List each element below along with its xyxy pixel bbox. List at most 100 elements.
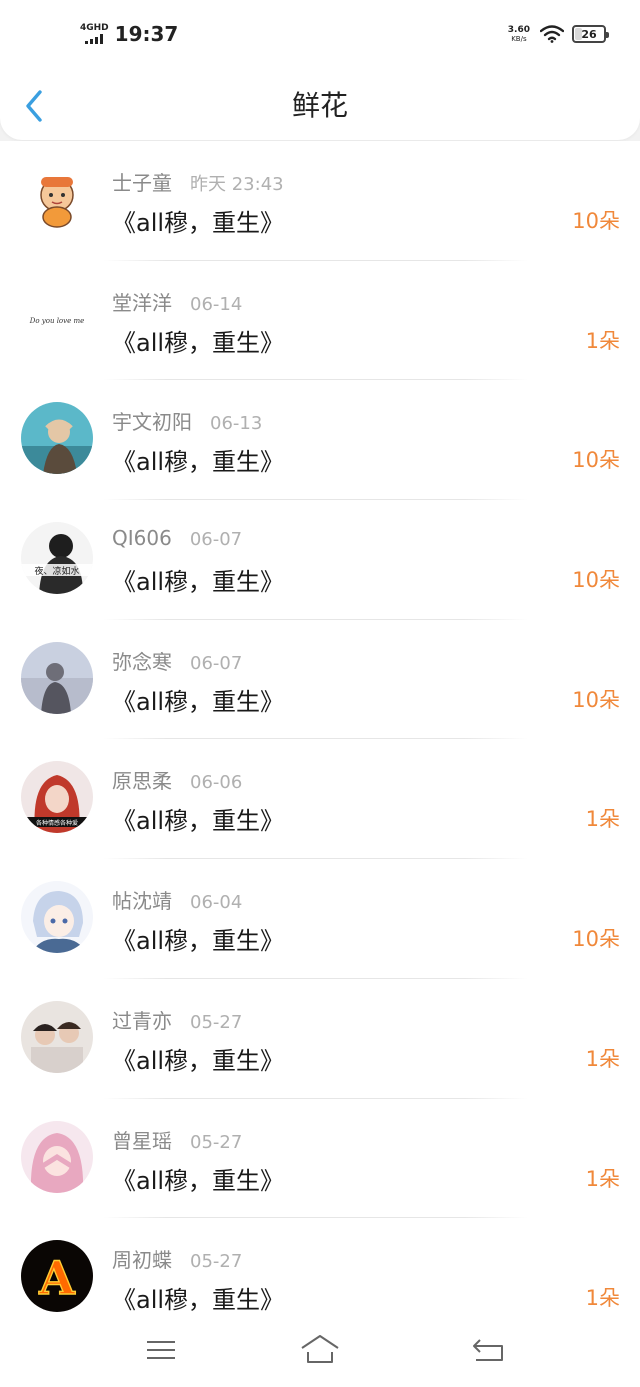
menu-button[interactable] bbox=[141, 1332, 181, 1368]
gift-date: 06-06 bbox=[190, 772, 243, 794]
avatar[interactable]: A bbox=[21, 1240, 93, 1313]
avatar-image bbox=[21, 641, 93, 714]
item-meta: 曾星瑶 05-27 bbox=[112, 1125, 242, 1154]
list-item[interactable]: 曾星瑶 05-27 《all穆，重生》 1朵 bbox=[0, 1099, 640, 1219]
avatar-image bbox=[21, 881, 93, 954]
network-type-label: 4GHD bbox=[80, 23, 109, 33]
avatar-image bbox=[21, 402, 93, 475]
home-icon bbox=[301, 1335, 339, 1363]
list-item[interactable]: 各种情感各种爱 原思柔 06-06 《all穆，重生》 1朵 bbox=[0, 739, 640, 860]
item-meta: 原思柔 06-06 bbox=[112, 765, 242, 794]
network-speed: 3.60 KB/s bbox=[508, 25, 530, 43]
item-meta: QI606 06-07 bbox=[112, 526, 242, 550]
user-name[interactable]: 帖沈靖 bbox=[112, 885, 172, 914]
list-item[interactable]: 夜、凉如水 QI606 06-07 《all穆，重生》 10朵 bbox=[0, 500, 640, 620]
clock: 19:37 bbox=[114, 22, 179, 46]
avatar[interactable]: Do you love me bbox=[21, 282, 93, 355]
list-item[interactable]: 士子童 昨天 23:43 《all穆，重生》 10朵 bbox=[0, 141, 640, 261]
book-title[interactable]: 《all穆，重生》 bbox=[112, 1041, 284, 1076]
user-name[interactable]: 原思柔 bbox=[112, 765, 172, 794]
user-name[interactable]: 弥念寒 bbox=[112, 646, 172, 675]
avatar[interactable] bbox=[21, 641, 93, 714]
gift-date: 06-14 bbox=[190, 293, 243, 315]
flower-count: 1朵 bbox=[585, 1166, 620, 1191]
avatar-image: Do you love me bbox=[21, 282, 93, 355]
avatar[interactable] bbox=[21, 163, 93, 235]
status-bar: 4GHD 19:37 3.60 KB/s 26 bbox=[0, 0, 640, 70]
item-meta: 士子童 昨天 23:43 bbox=[112, 167, 284, 196]
book-title[interactable]: 《all穆，重生》 bbox=[112, 801, 284, 836]
book-title[interactable]: 《all穆，重生》 bbox=[112, 323, 284, 358]
avatar[interactable]: 各种情感各种爱 bbox=[21, 761, 93, 834]
network-indicator: 4GHD bbox=[80, 24, 109, 44]
flower-count: 10朵 bbox=[572, 927, 620, 952]
book-title[interactable]: 《all穆，重生》 bbox=[112, 1280, 284, 1315]
signal-icon bbox=[85, 34, 104, 44]
avatar-image: 各种情感各种爱 bbox=[21, 761, 93, 834]
home-button[interactable] bbox=[300, 1332, 340, 1368]
avatar[interactable] bbox=[21, 881, 93, 954]
avatar[interactable] bbox=[21, 1120, 93, 1193]
book-title[interactable]: 《all穆，重生》 bbox=[112, 921, 284, 956]
list-item[interactable]: 宇文初阳 06-13 《all穆，重生》 10朵 bbox=[0, 380, 640, 501]
user-name[interactable]: 堂洋洋 bbox=[112, 287, 172, 316]
list-item[interactable]: A 周初蝶 05-27 《all穆，重生》 1朵 bbox=[0, 1218, 640, 1316]
user-name[interactable]: 过青亦 bbox=[112, 1005, 172, 1034]
avatar-image: A bbox=[21, 1240, 93, 1313]
menu-icon bbox=[147, 1341, 175, 1359]
status-left: 4GHD 19:37 bbox=[80, 22, 178, 46]
gift-date: 昨天 23:43 bbox=[190, 174, 284, 195]
system-back-button[interactable] bbox=[468, 1332, 508, 1368]
list-item[interactable]: Do you love me 堂洋洋 06-14 《all穆，重生》 1朵 bbox=[0, 261, 640, 381]
item-meta: 宇文初阳 06-13 bbox=[112, 406, 262, 435]
flower-list: 士子童 昨天 23:43 《all穆，重生》 10朵 Do you love me 堂洋洋… bbox=[0, 141, 640, 1316]
book-title[interactable]: 《all穆，重生》 bbox=[112, 1161, 284, 1196]
avatar-image: 夜、凉如水 bbox=[21, 522, 93, 595]
item-meta: 堂洋洋 06-14 bbox=[112, 287, 242, 316]
flower-count: 10朵 bbox=[572, 568, 620, 593]
book-title[interactable]: 《all穆，重生》 bbox=[112, 562, 284, 597]
user-name[interactable]: QI606 bbox=[112, 526, 172, 550]
avatar[interactable]: 夜、凉如水 bbox=[21, 522, 93, 595]
gift-date: 06-13 bbox=[210, 413, 263, 435]
book-title[interactable]: 《all穆，重生》 bbox=[112, 203, 284, 238]
avatar-image bbox=[21, 1120, 93, 1193]
user-name[interactable]: 周初蝶 bbox=[112, 1244, 172, 1273]
header: 4GHD 19:37 3.60 KB/s 26 鲜花 bbox=[0, 0, 640, 140]
network-speed-value: 3.60 bbox=[507, 25, 530, 35]
user-name[interactable]: 曾星瑶 bbox=[112, 1125, 172, 1154]
list-item[interactable]: 弥念寒 06-07 《all穆，重生》 10朵 bbox=[0, 620, 640, 740]
avatar-image bbox=[21, 163, 93, 235]
svg-text:A: A bbox=[38, 1251, 76, 1305]
flower-count: 10朵 bbox=[572, 448, 620, 473]
gift-date: 05-27 bbox=[190, 1011, 243, 1033]
list-item[interactable]: 帖沈靖 06-04 《all穆，重生》 10朵 bbox=[0, 859, 640, 979]
gift-date: 05-27 bbox=[190, 1251, 243, 1273]
user-name[interactable]: 宇文初阳 bbox=[112, 406, 192, 435]
svg-text:Do you love me: Do you love me bbox=[29, 317, 85, 325]
gift-date: 05-27 bbox=[190, 1131, 243, 1153]
system-nav-bar bbox=[0, 1316, 640, 1387]
svg-text:各种情感各种爱: 各种情感各种爱 bbox=[36, 819, 78, 827]
list-item[interactable]: 过青亦 05-27 《all穆，重生》 1朵 bbox=[0, 979, 640, 1099]
flower-count: 1朵 bbox=[585, 328, 620, 353]
back-icon bbox=[473, 1339, 503, 1361]
flower-count: 10朵 bbox=[572, 209, 620, 233]
avatar-image bbox=[21, 1000, 93, 1073]
item-meta: 帖沈靖 06-04 bbox=[112, 885, 242, 914]
gift-date: 06-04 bbox=[190, 892, 243, 914]
network-speed-unit: KB/s bbox=[511, 35, 527, 43]
avatar[interactable] bbox=[21, 1000, 93, 1073]
wifi-icon bbox=[540, 25, 564, 43]
flower-count: 1朵 bbox=[585, 1046, 620, 1071]
flower-count: 1朵 bbox=[585, 807, 620, 832]
item-meta: 周初蝶 05-27 bbox=[112, 1244, 242, 1273]
gift-date: 06-07 bbox=[190, 652, 243, 674]
svg-text:夜、凉如水: 夜、凉如水 bbox=[34, 565, 79, 577]
book-title[interactable]: 《all穆，重生》 bbox=[112, 442, 284, 477]
flower-count: 10朵 bbox=[572, 687, 620, 712]
avatar[interactable] bbox=[21, 402, 93, 475]
user-name[interactable]: 士子童 bbox=[112, 167, 172, 196]
battery-percent: 26 bbox=[581, 27, 597, 41]
book-title[interactable]: 《all穆，重生》 bbox=[112, 682, 284, 717]
